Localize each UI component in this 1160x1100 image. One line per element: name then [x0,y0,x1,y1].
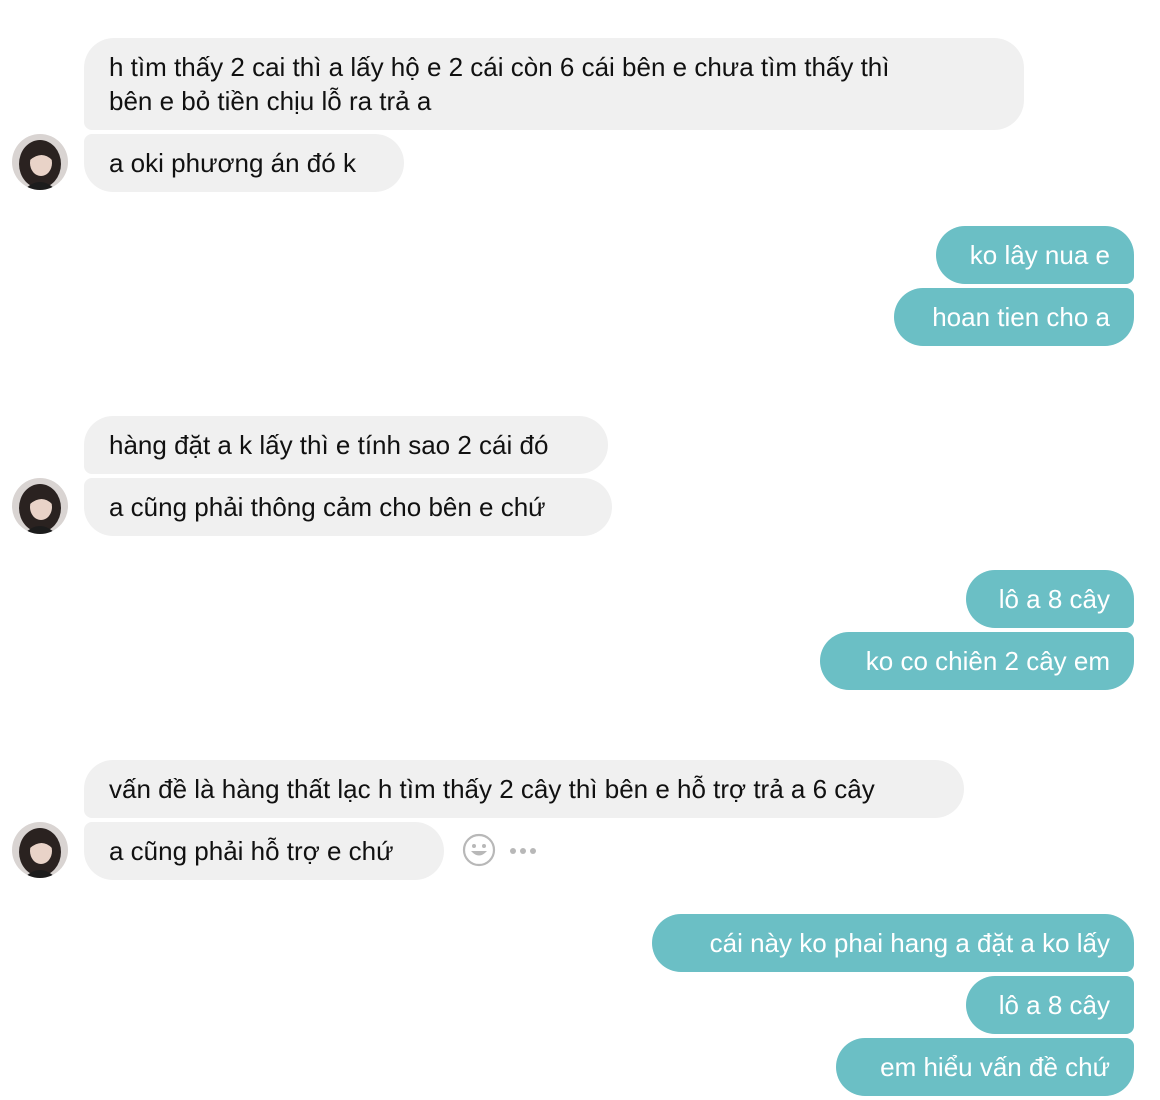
message-text: ko lây nua e [969,240,1110,270]
incoming-message[interactable]: h tìm thấy 2 cai thì a lấy hộ e 2 cái cò… [84,38,1024,130]
message-text: lô a 8 cây [998,990,1110,1020]
outgoing-message[interactable]: hoan tien cho a [894,288,1134,346]
incoming-message[interactable]: a cũng phải thông cảm cho bên e chứ [84,478,612,536]
message-text: a oki phương án đó k [109,148,356,178]
avatar-image [12,478,68,534]
message-text-line: bên e bỏ tiền chịu lỗ ra trả a [109,86,432,116]
outgoing-message[interactable]: lô a 8 cây [966,570,1134,628]
message-text: hàng đặt a k lấy thì e tính sao 2 cái đó [109,430,549,460]
outgoing-message[interactable]: ko co chiên 2 cây em [820,632,1134,690]
contact-avatar[interactable] [12,822,68,878]
message-text: lô a 8 cây [998,584,1110,614]
message-text: cái này ko phai hang a đặt a ko lấy [709,928,1110,958]
outgoing-message[interactable]: cái này ko phai hang a đặt a ko lấy [652,914,1134,972]
more-options-icon[interactable] [508,844,538,856]
incoming-message[interactable]: vấn đề là hàng thất lạc h tìm thấy 2 cây… [84,760,964,818]
message-text: a cũng phải thông cảm cho bên e chứ [109,492,546,522]
avatar-image [12,134,68,190]
message-text-line: h tìm thấy 2 cai thì a lấy hộ e 2 cái cò… [109,52,890,82]
incoming-message[interactable]: hàng đặt a k lấy thì e tính sao 2 cái đó [84,416,608,474]
message-text: ko co chiên 2 cây em [865,646,1110,676]
outgoing-message[interactable]: lô a 8 cây [966,976,1134,1034]
message-text: a cũng phải hỗ trợ e chứ [109,836,394,866]
message-text: hoan tien cho a [932,302,1110,332]
outgoing-message[interactable]: em hiểu vấn đề chứ [836,1038,1134,1096]
contact-avatar[interactable] [12,478,68,534]
message-text: vấn đề là hàng thất lạc h tìm thấy 2 cây… [109,774,875,804]
incoming-message[interactable]: a oki phương án đó k [84,134,404,192]
outgoing-message[interactable]: ko lây nua e [936,226,1134,284]
incoming-message[interactable]: a cũng phải hỗ trợ e chứ [84,822,444,880]
message-text: em hiểu vấn đề chứ [880,1052,1110,1082]
avatar-image [12,822,68,878]
contact-avatar[interactable] [12,134,68,190]
smiley-face-icon[interactable] [462,833,496,867]
